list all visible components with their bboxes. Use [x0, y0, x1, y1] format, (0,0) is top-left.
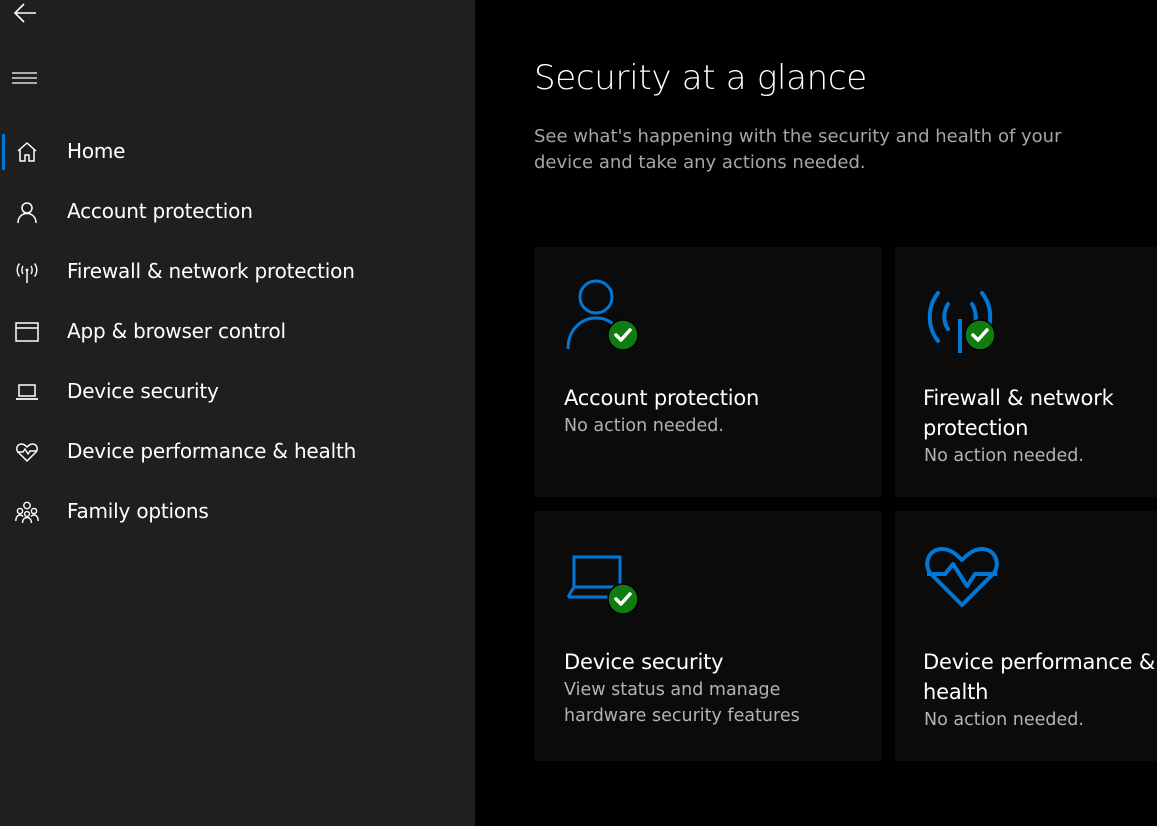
tile-device-security[interactable]: Device security View status and manage h…	[534, 511, 882, 761]
tile-firewall-network-protection[interactable]: Firewall & network protection No action …	[895, 247, 1157, 497]
tile-account-protection[interactable]: Account protection No action needed.	[534, 247, 882, 497]
tile-title: Account protection	[564, 386, 760, 410]
tile-title: Device performance & health	[923, 650, 1156, 704]
back-arrow-icon	[13, 3, 36, 23]
antenna-icon	[16, 263, 38, 283]
tile-title: Device security	[564, 650, 724, 674]
sidebar-item-device-security[interactable]: Device security	[0, 362, 475, 422]
sidebar-item-label: Home	[67, 139, 126, 163]
sidebar-item-label: App & browser control	[67, 319, 286, 343]
sidebar-item-firewall[interactable]: Firewall & network protection	[0, 242, 475, 302]
heart-pulse-icon	[925, 547, 999, 607]
browser-window-icon	[15, 322, 39, 342]
sidebar-item-account-protection[interactable]: Account protection	[0, 182, 475, 242]
sidebar-item-label: Account protection	[67, 199, 253, 223]
sidebar-item-label: Family options	[67, 499, 209, 523]
hamburger-menu-icon	[12, 72, 37, 84]
tile-title: Firewall & network protection	[923, 386, 1114, 440]
laptop-icon	[566, 555, 639, 615]
heart-pulse-icon	[16, 443, 38, 462]
laptop-icon	[16, 384, 38, 400]
check-badge-icon	[607, 319, 639, 351]
back-button[interactable]	[12, 0, 40, 26]
person-icon	[566, 279, 639, 351]
selection-indicator	[2, 134, 5, 170]
sidebar-item-app-browser-control[interactable]: App & browser control	[0, 302, 475, 362]
tile-device-performance-health[interactable]: Device performance & health No action ne…	[895, 511, 1157, 761]
sidebar-nav: Home Account protection Firewall & netwo…	[0, 122, 475, 542]
page-description: See what's happening with the security a…	[534, 126, 1062, 173]
sidebar-item-home[interactable]: Home	[0, 122, 475, 182]
check-badge-icon	[607, 583, 639, 615]
check-badge-icon	[964, 319, 996, 351]
hamburger-menu-button[interactable]	[12, 70, 38, 88]
family-icon	[15, 501, 39, 524]
tile-status: No action needed.	[924, 446, 1084, 466]
main-content: Security at a glance See what's happenin…	[475, 0, 1157, 826]
page-title: Security at a glance	[534, 58, 867, 98]
tile-status: View status and manage hardware security…	[564, 680, 800, 726]
sidebar-item-device-performance[interactable]: Device performance & health	[0, 422, 475, 482]
tile-status: No action needed.	[564, 416, 724, 436]
antenna-icon	[927, 291, 996, 353]
home-icon	[17, 142, 37, 162]
sidebar: Home Account protection Firewall & netwo…	[0, 0, 475, 826]
sidebar-item-label: Device performance & health	[67, 439, 357, 463]
sidebar-item-label: Device security	[67, 379, 219, 403]
person-icon	[17, 202, 37, 224]
sidebar-item-family-options[interactable]: Family options	[0, 482, 475, 542]
sidebar-item-label: Firewall & network protection	[67, 259, 355, 283]
tile-status: No action needed.	[924, 710, 1084, 730]
